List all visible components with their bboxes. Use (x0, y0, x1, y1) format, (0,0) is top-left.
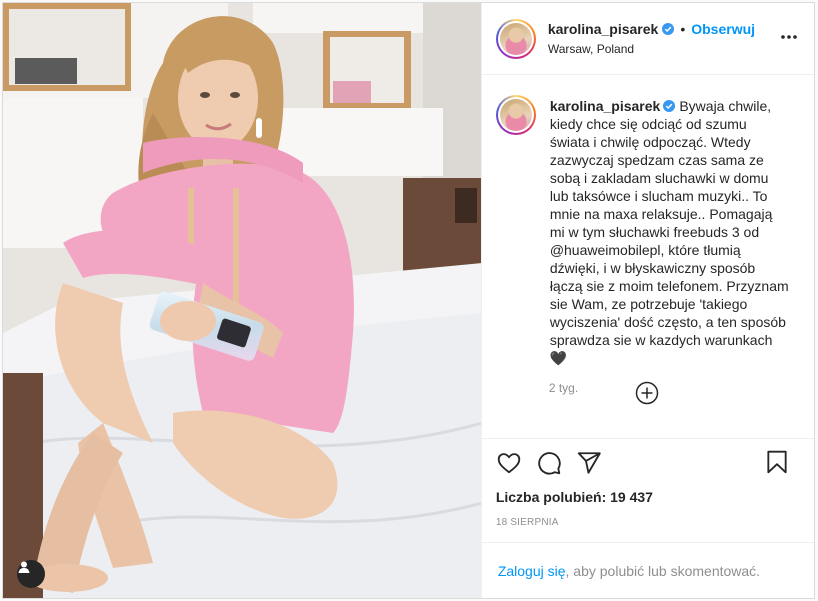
caption: karolina_pisarek Bywaja chwile, kiedy chc… (495, 95, 800, 367)
post-photo-illustration (3, 3, 481, 598)
follow-button[interactable]: Obserwuj (691, 20, 755, 38)
bookmark-icon[interactable] (764, 449, 790, 475)
login-prompt-text: , aby polubić lub skomentować. (565, 562, 761, 579)
likes-count[interactable]: Liczba polubień: 19 437 (496, 488, 800, 506)
verified-badge-icon (663, 100, 676, 112)
post-photo[interactable] (3, 3, 481, 598)
header-separator: • (680, 20, 686, 37)
action-icons-row (496, 439, 800, 487)
login-link[interactable]: Zaloguj się (498, 563, 566, 579)
comments-section: karolina_pisarek Bywaja chwile, kiedy chc… (482, 75, 814, 438)
avatar-image (499, 22, 532, 55)
caption-username[interactable]: karolina_pisarek (550, 98, 661, 114)
post-side-panel: karolina_pisarek • Obserwuj Warsaw, Pola… (480, 3, 814, 598)
avatar[interactable] (495, 18, 536, 59)
caption-text-block: karolina_pisarek Bywaja chwile, kiedy chc… (550, 97, 790, 367)
caption-text: Bywaja chwile, kiedy chce się odciąć od … (549, 98, 789, 366)
login-prompt: Zaloguj się, aby polubić lub skomentować… (481, 542, 814, 598)
post-header: karolina_pisarek • Obserwuj Warsaw, Pola… (481, 3, 814, 75)
post-location[interactable]: Warsaw, Poland (548, 40, 755, 58)
user-tag-button[interactable] (17, 560, 45, 588)
post-date[interactable]: 18 SIERPNIA (496, 517, 800, 528)
verified-badge-icon (662, 22, 675, 35)
instagram-post: karolina_pisarek • Obserwuj Warsaw, Pola… (2, 2, 815, 599)
caption-avatar[interactable] (495, 95, 536, 135)
comment-icon[interactable] (536, 450, 562, 476)
user-tag-icon (18, 561, 30, 573)
header-username[interactable]: karolina_pisarek (548, 20, 659, 38)
caption-avatar-image (499, 99, 532, 131)
caption-time-ago[interactable]: 2 tyg. (549, 381, 800, 395)
more-options-button[interactable] (778, 29, 800, 45)
post-actions: Liczba polubień: 19 437 18 SIERPNIA (481, 438, 814, 542)
more-options-icon (781, 35, 797, 39)
load-more-comments-button[interactable] (635, 381, 659, 405)
plus-circle-icon (635, 381, 659, 405)
share-icon[interactable] (576, 450, 602, 476)
heart-icon[interactable] (496, 450, 522, 476)
